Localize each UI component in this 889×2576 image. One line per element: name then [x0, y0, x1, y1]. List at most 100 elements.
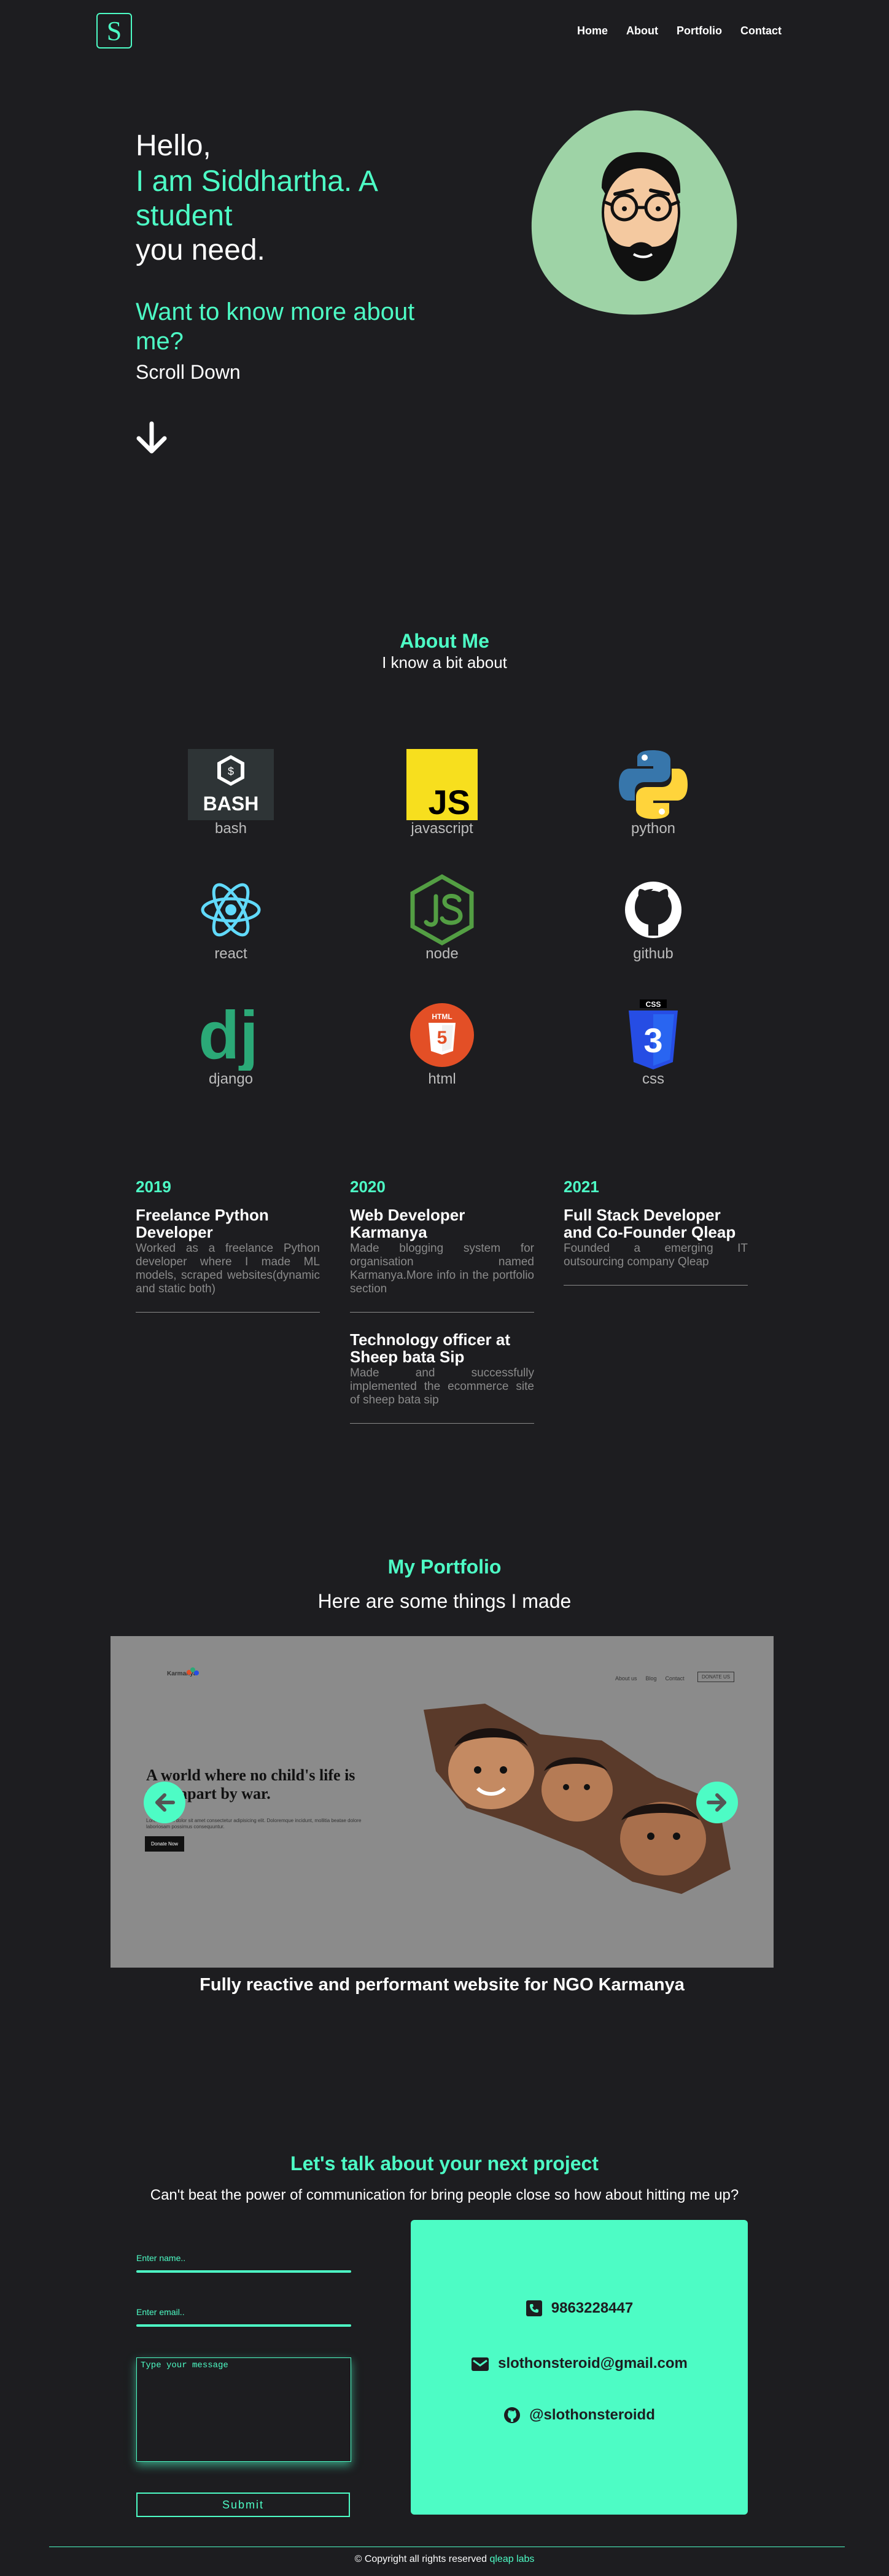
contact-card: 9863228447 slothonsteroid@gmail.com @slo…	[411, 2220, 748, 2515]
skill-label: javascript	[411, 820, 473, 837]
contact-phone[interactable]: 9863228447	[411, 2300, 748, 2317]
phone-number: 9863228447	[551, 2300, 634, 2316]
nav-about[interactable]: About	[626, 25, 658, 37]
django-icon: dj	[198, 999, 258, 1071]
timeline-2020: 2020 Web Developer Karmanya Made bloggin…	[350, 1177, 534, 1442]
github-icon	[625, 882, 681, 938]
timeline-description: Worked as a freelance Python developer w…	[136, 1242, 320, 1295]
skill-node: node	[393, 874, 491, 963]
timeline-role: Technology officer at Sheep bata Sip	[350, 1330, 510, 1366]
contact-github[interactable]: @slothonsteroidd	[411, 2407, 748, 2424]
portfolio-title: My Portfolio	[387, 1556, 502, 1578]
hero-question: Want to know more about me?	[136, 298, 415, 355]
github-handle: @slothonsteroidd	[529, 2407, 655, 2423]
hero-hello: Hello,	[136, 130, 211, 162]
email-address: slothonsteroid@gmail.com	[498, 2355, 688, 2372]
skill-label: react	[214, 945, 247, 962]
arrow-down-icon[interactable]	[134, 420, 169, 456]
skill-python: python	[604, 749, 702, 837]
footer-brand-link[interactable]: qleap labs	[489, 2554, 534, 2564]
phone-icon	[526, 2300, 542, 2316]
timeline-year: 2020	[350, 1177, 386, 1196]
avatar	[531, 110, 737, 315]
timeline-description: Made blogging system for organisation na…	[350, 1242, 534, 1295]
hero-name: I am Siddhartha. A student	[136, 165, 377, 232]
skill-github: github	[604, 874, 702, 963]
skill-react: react	[182, 874, 280, 963]
message-field[interactable]: Type your message	[136, 2357, 351, 2462]
skill-django: dj django	[182, 999, 280, 1088]
message-field-placeholder: Type your message	[141, 2361, 228, 2370]
shot-nav-item: Contact	[665, 1675, 685, 1682]
skill-label: python	[631, 820, 676, 837]
footer: © Copyright all rights reserved qleap la…	[0, 2554, 889, 2565]
javascript-icon: JS	[406, 749, 478, 820]
svg-text:CSS: CSS	[646, 1000, 661, 1009]
divider	[350, 1312, 534, 1313]
name-field[interactable]: Enter name..	[136, 2253, 351, 2273]
shot-nav-item: About us	[615, 1675, 637, 1682]
scroll-down-label: Scroll Down	[136, 361, 241, 383]
timeline-2019: 2019 Freelance Python Developer Worked a…	[136, 1177, 320, 1331]
timeline-description: Founded a emerging IT outsourcing compan…	[564, 1242, 748, 1268]
arrow-right-icon	[707, 1793, 726, 1812]
shot-body: Lorem ipsum dolor sit amet consectetur a…	[146, 1818, 362, 1829]
svg-text:HTML: HTML	[432, 1012, 452, 1021]
timeline-description: Made and successfully implemented the ec…	[350, 1367, 534, 1406]
skill-javascript: JS javascript	[393, 749, 491, 837]
carousel-prev-button[interactable]	[144, 1782, 185, 1823]
name-field-placeholder: Enter name..	[136, 2253, 186, 2263]
shot-donate-cta: DONATE US	[697, 1672, 735, 1682]
svg-text:5: 5	[437, 1028, 448, 1048]
svg-text:JS: JS	[429, 783, 471, 820]
nav-portfolio[interactable]: Portfolio	[677, 25, 722, 37]
email-field-underline	[136, 2324, 351, 2327]
copyright-text: © Copyright all rights reserved	[354, 2554, 487, 2564]
timeline-role: Freelance Python Developer	[136, 1206, 269, 1241]
hero-need: you need.	[136, 234, 265, 266]
contact-title: Let's talk about your next project	[290, 2152, 599, 2174]
envelope-icon	[472, 2357, 489, 2371]
site-logo[interactable]: S	[96, 13, 132, 48]
svg-text:3: 3	[643, 1021, 662, 1060]
shot-nav-item: Blog	[645, 1675, 657, 1682]
timeline-year: 2021	[564, 1177, 599, 1196]
shot-logo-icon	[187, 1667, 199, 1675]
carousel-next-button[interactable]	[696, 1782, 738, 1823]
children-photo	[424, 1704, 731, 1894]
name-field-underline	[136, 2270, 351, 2273]
shot-headline-line: A world where no child's life is	[146, 1766, 355, 1784]
timeline-2021: 2021 Full Stack Developer and Co-Founder…	[564, 1177, 748, 1304]
node-icon	[410, 874, 474, 945]
divider	[136, 1312, 320, 1313]
about-title: About Me	[400, 630, 489, 652]
svg-text:$: $	[228, 766, 235, 778]
divider	[564, 1285, 748, 1286]
portfolio-caption: Fully reactive and performant website fo…	[200, 1975, 685, 1995]
email-field-placeholder: Enter email..	[136, 2307, 185, 2317]
bash-icon: $ BASH	[188, 749, 274, 820]
shot-nav: About us Blog Contact	[615, 1675, 685, 1682]
svg-text:dj: dj	[198, 999, 258, 1071]
logo-letter: S	[106, 15, 122, 46]
nav-home[interactable]: Home	[577, 25, 608, 37]
portfolio-screenshot: Karmanya About us Blog Contact DONATE US…	[111, 1636, 774, 1968]
skill-css: CSS 3 css	[604, 999, 702, 1088]
python-icon	[619, 750, 688, 819]
skill-html: 5 HTML html	[393, 999, 491, 1088]
email-field[interactable]: Enter email..	[136, 2307, 351, 2327]
html-icon: 5 HTML	[410, 1003, 474, 1067]
shot-button: Donate Now	[145, 1836, 185, 1852]
skill-label: node	[425, 945, 459, 962]
arrow-left-icon	[155, 1793, 175, 1812]
svg-text:BASH: BASH	[203, 793, 259, 815]
nav-contact[interactable]: Contact	[740, 25, 782, 37]
contact-subtitle: Can't beat the power of communication fo…	[150, 2187, 739, 2203]
submit-button[interactable]: Submit	[136, 2493, 350, 2517]
portfolio-subtitle: Here are some things I made	[317, 1590, 572, 1612]
skill-bash: $ BASH bash	[182, 749, 280, 837]
contact-email[interactable]: slothonsteroid@gmail.com	[411, 2355, 748, 2372]
skill-label: github	[633, 945, 674, 962]
about-subtitle: I know a bit about	[382, 653, 507, 672]
skill-label: bash	[214, 820, 247, 837]
